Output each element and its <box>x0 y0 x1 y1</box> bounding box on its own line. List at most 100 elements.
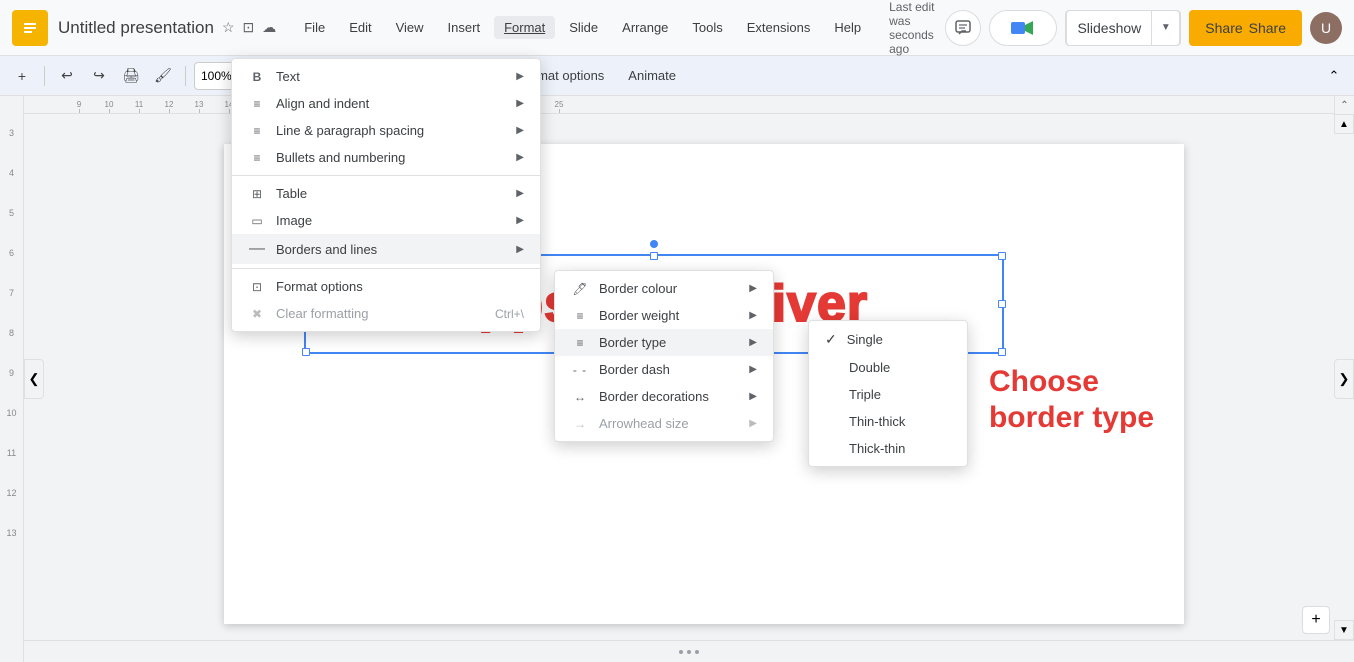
animate-button[interactable]: Animate <box>618 62 686 90</box>
menu-insert[interactable]: Insert <box>438 16 491 39</box>
border-decorations-item[interactable]: ↔ Border decorations ▶ <box>555 383 773 410</box>
menu-slide[interactable]: Slide <box>559 16 608 39</box>
cloud-icon[interactable]: ☁ <box>262 19 276 36</box>
border-dash-item[interactable]: - - Border dash ▶ <box>555 356 773 383</box>
resize-handle-bl[interactable] <box>302 348 310 356</box>
border-dash-arrow: ▶ <box>749 364 757 375</box>
border-colour-arrow: ▶ <box>749 283 757 294</box>
format-menu-align-indent[interactable]: ≡ Align and indent ▶ <box>232 90 540 117</box>
scroll-up-button[interactable]: ▲ <box>1334 114 1354 134</box>
resize-handle-tm[interactable] <box>650 252 658 260</box>
bottom-dot <box>687 650 691 654</box>
table-label: Table <box>276 186 506 201</box>
ruler-mark: 9 <box>64 96 94 113</box>
border-type-triple[interactable]: Triple <box>809 381 967 408</box>
new-slide-button[interactable]: + <box>1302 606 1330 634</box>
paint-format-button[interactable]: 🖌 <box>149 62 177 90</box>
comments-button[interactable] <box>945 10 981 46</box>
border-type-icon: ≡ <box>571 336 589 350</box>
border-type-thin-thick[interactable]: Thin-thick <box>809 408 967 435</box>
border-dash-label: Border dash <box>599 362 739 377</box>
top-ruler: 9 10 11 12 13 14 <box>24 96 1354 114</box>
border-type-single[interactable]: ✓ Single <box>809 325 967 354</box>
thick-thin-no-check <box>825 441 839 456</box>
format-menu-text[interactable]: B Text ▶ <box>232 63 540 90</box>
menu-arrange[interactable]: Arrange <box>612 16 678 39</box>
ruler-mark: 12 <box>154 96 184 113</box>
image-icon: ▭ <box>248 214 266 228</box>
menu-edit[interactable]: Edit <box>339 16 381 39</box>
annotation-line2: border type <box>989 400 1154 436</box>
collapse-panel-button[interactable]: ⌃ <box>1334 96 1354 114</box>
image-label: Image <box>276 213 506 228</box>
border-type-item[interactable]: ≡ Border type ▶ <box>555 329 773 356</box>
scroll-left-button[interactable]: ❮ <box>24 359 44 399</box>
text-submenu-arrow: ▶ <box>516 71 524 82</box>
border-weight-item[interactable]: ≡ Border weight ▶ <box>555 302 773 329</box>
star-icon[interactable]: ☆ <box>222 19 235 36</box>
format-menu-line-spacing[interactable]: ≡ Line & paragraph spacing ▶ <box>232 117 540 144</box>
ruler-num: 5 <box>9 206 14 246</box>
zoom-value: 100% <box>201 69 232 83</box>
format-menu-borders-lines[interactable]: — Borders and lines ▶ <box>232 234 540 264</box>
ruler-mark: 13 <box>184 96 214 113</box>
border-decorations-label: Border decorations <box>599 389 739 404</box>
menu-format[interactable]: Format <box>494 16 555 39</box>
resize-handle-mr[interactable] <box>998 300 1006 308</box>
format-menu-image[interactable]: ▭ Image ▶ <box>232 207 540 234</box>
meet-button[interactable] <box>989 10 1057 46</box>
share-button[interactable]: ShareShare <box>1189 10 1302 46</box>
scroll-right-button[interactable]: ❯ <box>1334 359 1354 399</box>
menu-divider-1 <box>232 175 540 176</box>
resize-handle-tr[interactable] <box>998 252 1006 260</box>
border-colour-label: Border colour <box>599 281 739 296</box>
menu-help[interactable]: Help <box>824 16 871 39</box>
arrowhead-size-arrow: ▶ <box>749 418 757 429</box>
menu-file[interactable]: File <box>294 16 335 39</box>
rotation-handle[interactable] <box>650 240 658 248</box>
top-bar: Untitled presentation ☆ ⊡ ☁ File Edit Vi… <box>0 0 1354 56</box>
menu-extensions[interactable]: Extensions <box>737 16 821 39</box>
collapse-toolbar-button[interactable]: ⌃ <box>1322 64 1346 88</box>
ruler-num: 3 <box>9 126 14 166</box>
border-type-thick-thin[interactable]: Thick-thin <box>809 435 967 462</box>
scroll-down-button[interactable]: ▼ <box>1334 620 1354 640</box>
format-menu-clear-formatting[interactable]: ✖ Clear formatting Ctrl+\ <box>232 300 540 327</box>
folder-icon[interactable]: ⊡ <box>243 19 255 36</box>
menu-view[interactable]: View <box>386 16 434 39</box>
image-submenu-arrow: ▶ <box>516 215 524 226</box>
redo-button[interactable]: ↪ <box>85 62 113 90</box>
arrowhead-size-item[interactable]: → Arrowhead size ▶ <box>555 410 773 437</box>
bottom-dot <box>679 650 683 654</box>
border-dash-icon: - - <box>571 363 589 377</box>
format-options-icon: ⊡ <box>248 280 266 294</box>
doc-title-area: Untitled presentation ☆ ⊡ ☁ <box>58 18 276 38</box>
borders-icon: — <box>248 240 266 258</box>
single-checkmark: ✓ <box>825 331 837 348</box>
format-menu-bullets[interactable]: ≡ Bullets and numbering ▶ <box>232 144 540 171</box>
table-submenu-arrow: ▶ <box>516 188 524 199</box>
border-type-double[interactable]: Double <box>809 354 967 381</box>
format-menu-format-options[interactable]: ⊡ Format options <box>232 273 540 300</box>
triple-no-check <box>825 387 839 402</box>
resize-handle-br[interactable] <box>998 348 1006 356</box>
line-spacing-label: Line & paragraph spacing <box>276 123 506 138</box>
user-avatar[interactable]: U <box>1310 12 1342 44</box>
border-colour-item[interactable]: 🖊 Border colour ▶ <box>555 275 773 302</box>
top-right: Slideshow ▼ ShareShare U <box>945 10 1342 46</box>
print-button[interactable]: 🖨 <box>117 62 145 90</box>
doc-title[interactable]: Untitled presentation <box>58 18 214 38</box>
align-icon: ≡ <box>248 97 266 111</box>
slideshow-dropdown-arrow[interactable]: ▼ <box>1152 10 1180 46</box>
bottom-bar <box>24 640 1354 662</box>
menu-tools[interactable]: Tools <box>682 16 732 39</box>
undo-button[interactable]: ↩ <box>53 62 81 90</box>
slideshow-button[interactable]: Slideshow ▼ <box>1065 10 1181 46</box>
format-menu-table[interactable]: ⊞ Table ▶ <box>232 180 540 207</box>
add-button[interactable]: + <box>8 62 36 90</box>
clear-formatting-shortcut: Ctrl+\ <box>495 307 524 321</box>
app-icon <box>12 10 48 46</box>
align-indent-label: Align and indent <box>276 96 506 111</box>
annotation-line1: Choose <box>989 364 1154 400</box>
arrowhead-size-label: Arrowhead size <box>599 416 739 431</box>
